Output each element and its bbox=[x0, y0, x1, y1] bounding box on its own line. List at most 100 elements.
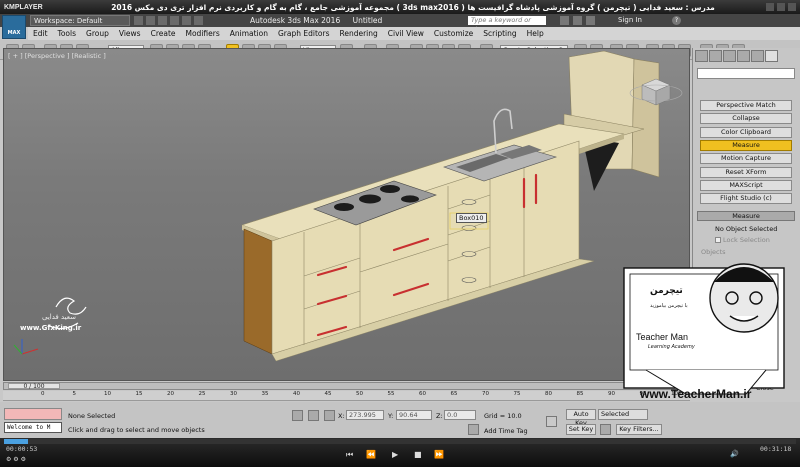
object-tooltip: Box010 bbox=[456, 213, 487, 223]
utility-measure-button[interactable]: Measure bbox=[700, 139, 792, 151]
track-tick-label: 85 bbox=[576, 391, 584, 397]
max-application-button[interactable]: MAX bbox=[2, 15, 26, 39]
rewind-icon[interactable]: ⏪ bbox=[366, 450, 376, 459]
track-tick-label: 30 bbox=[230, 391, 237, 397]
star-icon[interactable] bbox=[573, 16, 582, 25]
seek-progress bbox=[4, 439, 28, 444]
modify-tab-icon[interactable] bbox=[709, 50, 722, 62]
menu-rendering[interactable]: Rendering bbox=[334, 29, 382, 38]
menu-bar: Edit Tools Group Views Create Modifiers Animat… bbox=[28, 27, 800, 40]
app-name: Autodesk 3ds Max 2016 bbox=[250, 16, 341, 25]
menu-views[interactable]: Views bbox=[114, 29, 146, 38]
play-icon[interactable]: ▶ bbox=[392, 450, 398, 459]
key-mode-dropdown[interactable]: Selected bbox=[598, 409, 648, 420]
track-tick-label: 20 bbox=[167, 391, 174, 397]
menu-animation[interactable]: Animation bbox=[225, 29, 273, 38]
track-bar[interactable]: 0 5 10 15 20 25 30 35 40 45 50 55 60 65 70 75 80 85 90 95 10… bbox=[3, 391, 690, 401]
lock-selection-checkbox[interactable]: Lock Selection bbox=[715, 236, 770, 244]
learning-academy: Learning Academy bbox=[648, 344, 695, 350]
set-keys-icon[interactable] bbox=[600, 424, 611, 435]
author-name: سعید فدایی bbox=[42, 313, 77, 321]
minimize-icon[interactable] bbox=[766, 3, 774, 11]
hierarchy-tab-icon[interactable] bbox=[723, 50, 736, 62]
time-slider-thumb[interactable]: 0 / 100 bbox=[8, 383, 60, 390]
doc-title: Untitled bbox=[352, 16, 383, 25]
measure-rollout[interactable]: Measure bbox=[697, 211, 795, 221]
open-file-icon[interactable] bbox=[146, 16, 155, 25]
player-window-controls bbox=[766, 3, 800, 11]
menu-tools[interactable]: Tools bbox=[53, 29, 81, 38]
menu-help[interactable]: Help bbox=[522, 29, 549, 38]
menu-group[interactable]: Group bbox=[81, 29, 114, 38]
command-panel-field[interactable] bbox=[697, 68, 795, 79]
help-icon[interactable]: ? bbox=[672, 16, 681, 25]
welcome-listener[interactable]: Welcome to M bbox=[4, 422, 62, 433]
utility-perspective-match-button[interactable]: Perspective Match bbox=[700, 100, 792, 111]
menu-edit[interactable]: Edit bbox=[28, 29, 53, 38]
player-video-title: مجموعه آموزشی جامع ، گام به گام و کاربرد… bbox=[111, 2, 715, 12]
utility-motion-capture-button[interactable]: Motion Capture bbox=[700, 153, 792, 165]
display-tab-icon[interactable] bbox=[751, 50, 764, 62]
sign-in-button[interactable]: Sign In bbox=[618, 14, 642, 27]
utility-color-clipboard-button[interactable]: Color Clipboard bbox=[700, 126, 792, 138]
utility-reset-xform-button[interactable]: Reset XForm bbox=[700, 166, 792, 178]
isolate-icon[interactable] bbox=[292, 410, 303, 421]
undo-icon[interactable] bbox=[170, 16, 179, 25]
menu-create[interactable]: Create bbox=[146, 29, 181, 38]
teacher-tagline: با تیچرمن بیاموزید bbox=[650, 303, 688, 309]
track-tick-label: 15 bbox=[135, 391, 143, 397]
player-controls: 00:00:53 00:31:18 ⏮ ⏪ ▶ ■ ⏩ ⚙ ⚙ ⚙ 🔊 bbox=[0, 438, 800, 467]
menu-modifiers[interactable]: Modifiers bbox=[181, 29, 225, 38]
track-tick-label: 10 bbox=[104, 391, 111, 397]
tall-side-panel bbox=[631, 58, 660, 178]
new-file-icon[interactable] bbox=[134, 16, 143, 25]
forward-icon[interactable]: ⏩ bbox=[434, 450, 444, 459]
workspace-dropdown[interactable]: Workspace: Default bbox=[30, 15, 130, 26]
menu-scripting[interactable]: Scripting bbox=[478, 29, 521, 38]
track-tick-label: 65 bbox=[450, 391, 458, 397]
time-total: 00:31:18 bbox=[760, 445, 792, 453]
project-folder-icon[interactable] bbox=[194, 16, 203, 25]
z-coordinate-field[interactable]: 0.0 bbox=[444, 410, 476, 420]
utility-flight-studio-c-button[interactable]: Flight Studio (c) bbox=[700, 193, 792, 205]
x-coordinate-field[interactable]: 273.995 bbox=[346, 410, 384, 420]
redo-icon[interactable] bbox=[182, 16, 191, 25]
axis-tripod bbox=[13, 339, 39, 355]
seek-bar[interactable] bbox=[4, 439, 796, 444]
track-tick-label: 25 bbox=[198, 391, 206, 397]
menu-civil-view[interactable]: Civil View bbox=[383, 29, 429, 38]
add-time-tag[interactable]: Add Time Tag bbox=[484, 427, 528, 435]
previous-icon[interactable]: ⏮ bbox=[346, 450, 353, 460]
close-icon[interactable] bbox=[788, 3, 796, 11]
time-slider[interactable]: 0 / 100 bbox=[3, 382, 690, 390]
selection-lock-icon[interactable] bbox=[308, 410, 319, 421]
utility-collapse-button[interactable]: Collapse bbox=[700, 113, 792, 125]
teacherman-url: www.TeacherMan.ir bbox=[640, 387, 752, 401]
maxscript-mini-listener[interactable] bbox=[4, 408, 62, 420]
track-tick-label: 75 bbox=[513, 391, 521, 397]
absolute-mode-icon[interactable] bbox=[324, 410, 335, 421]
grid-size: Grid = 10.0 bbox=[484, 412, 522, 420]
binoculars-icon[interactable] bbox=[560, 16, 569, 25]
prompt-line: Click and drag to select and move object… bbox=[68, 426, 205, 434]
perspective-viewport[interactable]: [ + ] [Perspective ] [Realistic ] Box010… bbox=[3, 48, 690, 381]
auto-key-button[interactable]: Auto Key bbox=[566, 409, 596, 427]
maximize-icon[interactable] bbox=[777, 3, 785, 11]
player-options-icon[interactable]: ⚙ ⚙ ⚙ bbox=[6, 456, 26, 463]
stop-icon[interactable]: ■ bbox=[414, 450, 422, 459]
key-filters-button[interactable]: Key Filters... bbox=[616, 424, 662, 435]
help-search-input[interactable]: Type a keyword or phrase bbox=[468, 16, 546, 33]
set-key-button[interactable]: Set Key bbox=[566, 424, 596, 435]
key-icon[interactable] bbox=[546, 416, 557, 427]
menu-graph-editors[interactable]: Graph Editors bbox=[273, 29, 335, 38]
y-coordinate-field[interactable]: 90.64 bbox=[396, 410, 432, 420]
time-tag-icon[interactable] bbox=[468, 424, 479, 435]
menu-customize[interactable]: Customize bbox=[429, 29, 478, 38]
volume-icon[interactable]: 🔊 bbox=[730, 450, 739, 458]
create-tab-icon[interactable] bbox=[695, 50, 708, 62]
utilities-tab-icon[interactable] bbox=[765, 50, 778, 62]
user-icon[interactable] bbox=[586, 16, 595, 25]
save-file-icon[interactable] bbox=[158, 16, 167, 25]
utility-maxscript-button[interactable]: MAXScript bbox=[700, 179, 792, 191]
motion-tab-icon[interactable] bbox=[737, 50, 750, 62]
